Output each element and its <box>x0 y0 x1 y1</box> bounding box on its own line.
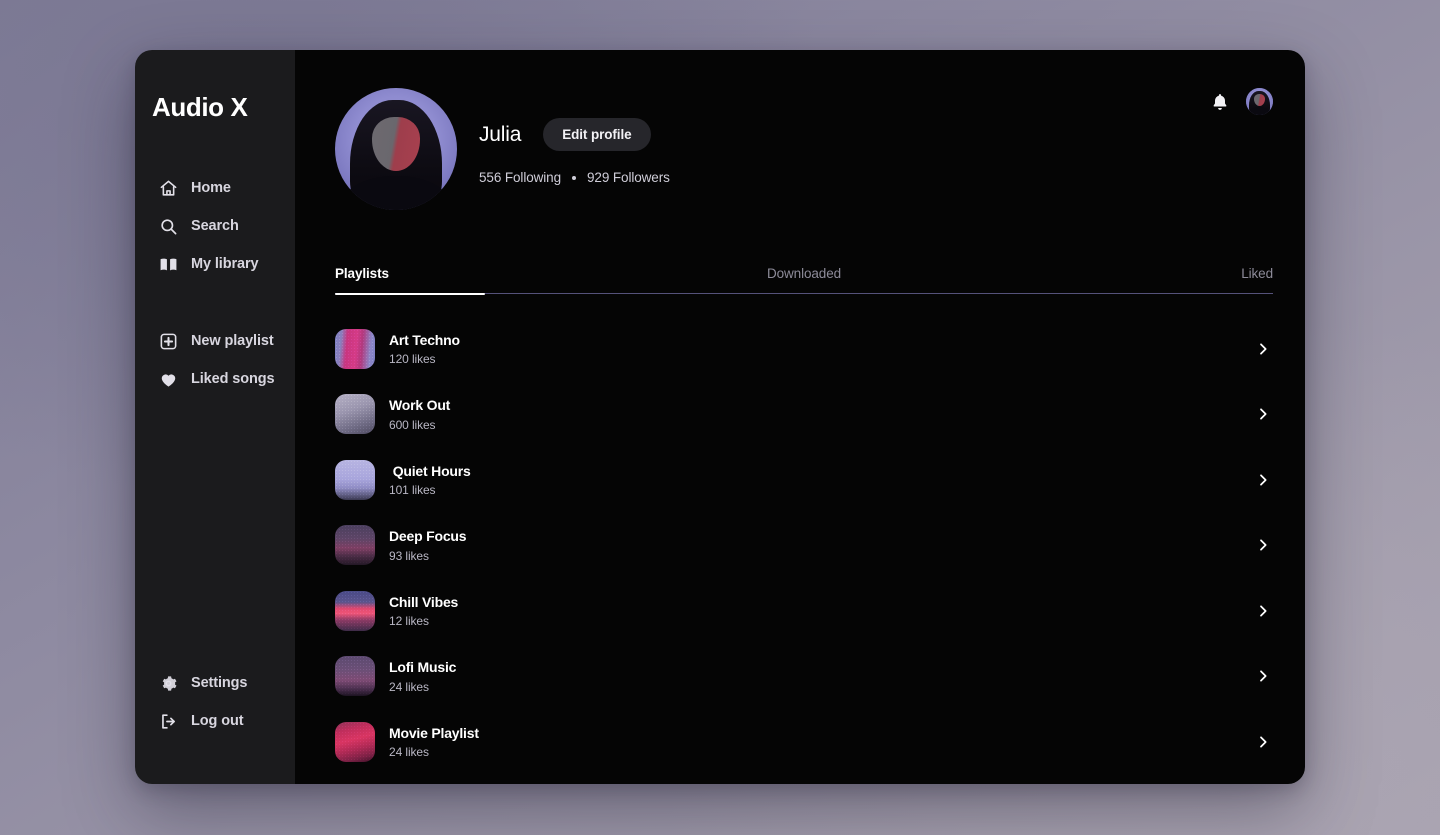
playlist-likes: 120 likes <box>389 352 436 366</box>
playlist-likes: 101 likes <box>389 483 436 497</box>
avatar[interactable] <box>1246 88 1273 115</box>
playlist-likes: 93 likes <box>389 548 429 563</box>
sidebar: Audio X Home Search My library New playl… <box>135 50 295 784</box>
playlist-title: Work Out <box>389 397 451 413</box>
tab-playlists[interactable]: Playlists <box>335 266 485 293</box>
playlist-likes: 600 likes <box>389 417 436 432</box>
playlist-thumbnail <box>335 525 375 566</box>
heart-icon <box>159 370 178 389</box>
playlist-thumbnail <box>335 328 375 369</box>
playlist-meta: Lofi Music 24 likes <box>389 659 1241 694</box>
sidebar-item-my-library[interactable]: My library <box>135 245 295 283</box>
playlist-thumbnail <box>335 459 375 500</box>
chevron-right-icon[interactable] <box>1255 734 1271 750</box>
top-actions <box>1210 88 1273 115</box>
list-item[interactable]: Art Techno 120 likes <box>335 316 1273 382</box>
profile-name-row: Julia Edit profile <box>479 118 670 151</box>
separator-dot <box>572 175 577 180</box>
user-avatar <box>335 88 457 210</box>
list-item[interactable]: Deep Focus 93 likes <box>335 513 1273 579</box>
profile-stats: 556 Following 929 Followers <box>479 170 670 185</box>
playlist-thumbnail <box>335 590 375 631</box>
tab-underline <box>335 292 1273 295</box>
app-window: Audio X Home Search My library New playl… <box>135 50 1305 784</box>
chevron-right-icon[interactable] <box>1255 341 1271 357</box>
sidebar-secondary-nav: New playlist Liked songs <box>135 322 295 398</box>
playlist-meta: Deep Focus 93 likes <box>389 528 1241 563</box>
profile-avatar[interactable] <box>335 88 457 210</box>
list-item[interactable]: Quiet Hours 101 likes <box>335 447 1273 513</box>
list-item[interactable]: Movie Playlist 24 likes <box>335 709 1273 775</box>
tab-active-indicator <box>335 292 485 295</box>
playlist-meta: Chill Vibes 12 likes <box>389 594 1241 629</box>
sidebar-item-label: Settings <box>191 675 248 691</box>
playlist-thumbnail <box>335 656 375 697</box>
tabs: Playlists Downloaded Liked <box>335 266 1273 295</box>
playlist-list: Art Techno 120 likes Work Out 600 likes <box>335 316 1273 784</box>
playlist-thumbnail <box>335 721 375 762</box>
followers-count[interactable]: 929 Followers <box>587 170 670 185</box>
playlist-meta: Work Out 600 likes <box>389 397 1241 432</box>
chevron-right-icon[interactable] <box>1255 472 1271 488</box>
playlist-meta: Movie Playlist 24 likes <box>389 725 1241 760</box>
chevron-right-icon[interactable] <box>1255 668 1271 684</box>
playlist-likes: 12 likes <box>389 614 429 628</box>
playlist-likes: 24 likes <box>389 679 429 694</box>
following-count[interactable]: 556 Following <box>479 170 561 185</box>
playlist-title: Movie Playlist <box>389 724 479 741</box>
sidebar-item-label: Search <box>191 218 239 234</box>
profile-details: Julia Edit profile 556 Following 929 Fol… <box>457 88 670 185</box>
sidebar-item-liked-songs[interactable]: Liked songs <box>135 360 295 398</box>
gear-icon <box>159 674 178 693</box>
list-item[interactable]: Work Out 600 likes <box>335 382 1273 448</box>
chevron-right-icon[interactable] <box>1255 406 1271 422</box>
playlist-thumbnail <box>335 394 375 435</box>
playlist-title: Art Techno <box>389 331 460 348</box>
playlist-title: Lofi Music <box>389 659 457 675</box>
tab-downloaded[interactable]: Downloaded <box>485 266 1123 293</box>
app-logo: Audio X <box>152 92 248 122</box>
main-content: Julia Edit profile 556 Following 929 Fol… <box>295 50 1305 784</box>
chevron-right-icon[interactable] <box>1255 603 1271 619</box>
sidebar-item-label: Liked songs <box>191 371 275 387</box>
sidebar-item-label: New playlist <box>191 333 274 349</box>
sidebar-item-label: Log out <box>191 713 244 729</box>
sidebar-item-label: Home <box>191 180 231 196</box>
playlist-title: Chill Vibes <box>389 593 459 610</box>
sidebar-item-settings[interactable]: Settings <box>135 664 295 702</box>
list-item[interactable]: Chill Vibes 12 likes <box>335 578 1273 644</box>
logout-icon <box>159 712 178 731</box>
playlist-title: Deep Focus <box>389 528 467 544</box>
edit-profile-button[interactable]: Edit profile <box>543 118 651 151</box>
playlist-title: Quiet Hours <box>389 462 471 479</box>
page-title: Julia <box>479 122 522 146</box>
sidebar-item-home[interactable]: Home <box>135 169 295 207</box>
home-icon <box>159 179 178 198</box>
search-icon <box>159 217 178 236</box>
sidebar-item-label: My library <box>191 256 259 272</box>
book-icon <box>159 255 178 274</box>
sidebar-item-search[interactable]: Search <box>135 207 295 245</box>
user-avatar <box>1246 88 1273 115</box>
chevron-right-icon[interactable] <box>1255 537 1271 553</box>
plus-square-icon <box>159 332 178 351</box>
sidebar-primary-nav: Home Search My library <box>135 169 295 283</box>
profile-header: Julia Edit profile 556 Following 929 Fol… <box>335 88 670 210</box>
playlist-meta: Quiet Hours 101 likes <box>389 463 1241 498</box>
tab-row: Playlists Downloaded Liked <box>335 266 1273 293</box>
playlist-meta: Art Techno 120 likes <box>389 332 1241 367</box>
playlist-likes: 24 likes <box>389 745 429 759</box>
bell-icon[interactable] <box>1210 91 1230 113</box>
list-item[interactable]: Lofi Music 24 likes <box>335 644 1273 710</box>
sidebar-item-log-out[interactable]: Log out <box>135 702 295 740</box>
sidebar-bottom-nav: Settings Log out <box>135 664 295 740</box>
sidebar-item-new-playlist[interactable]: New playlist <box>135 322 295 360</box>
tab-liked[interactable]: Liked <box>1123 266 1273 293</box>
